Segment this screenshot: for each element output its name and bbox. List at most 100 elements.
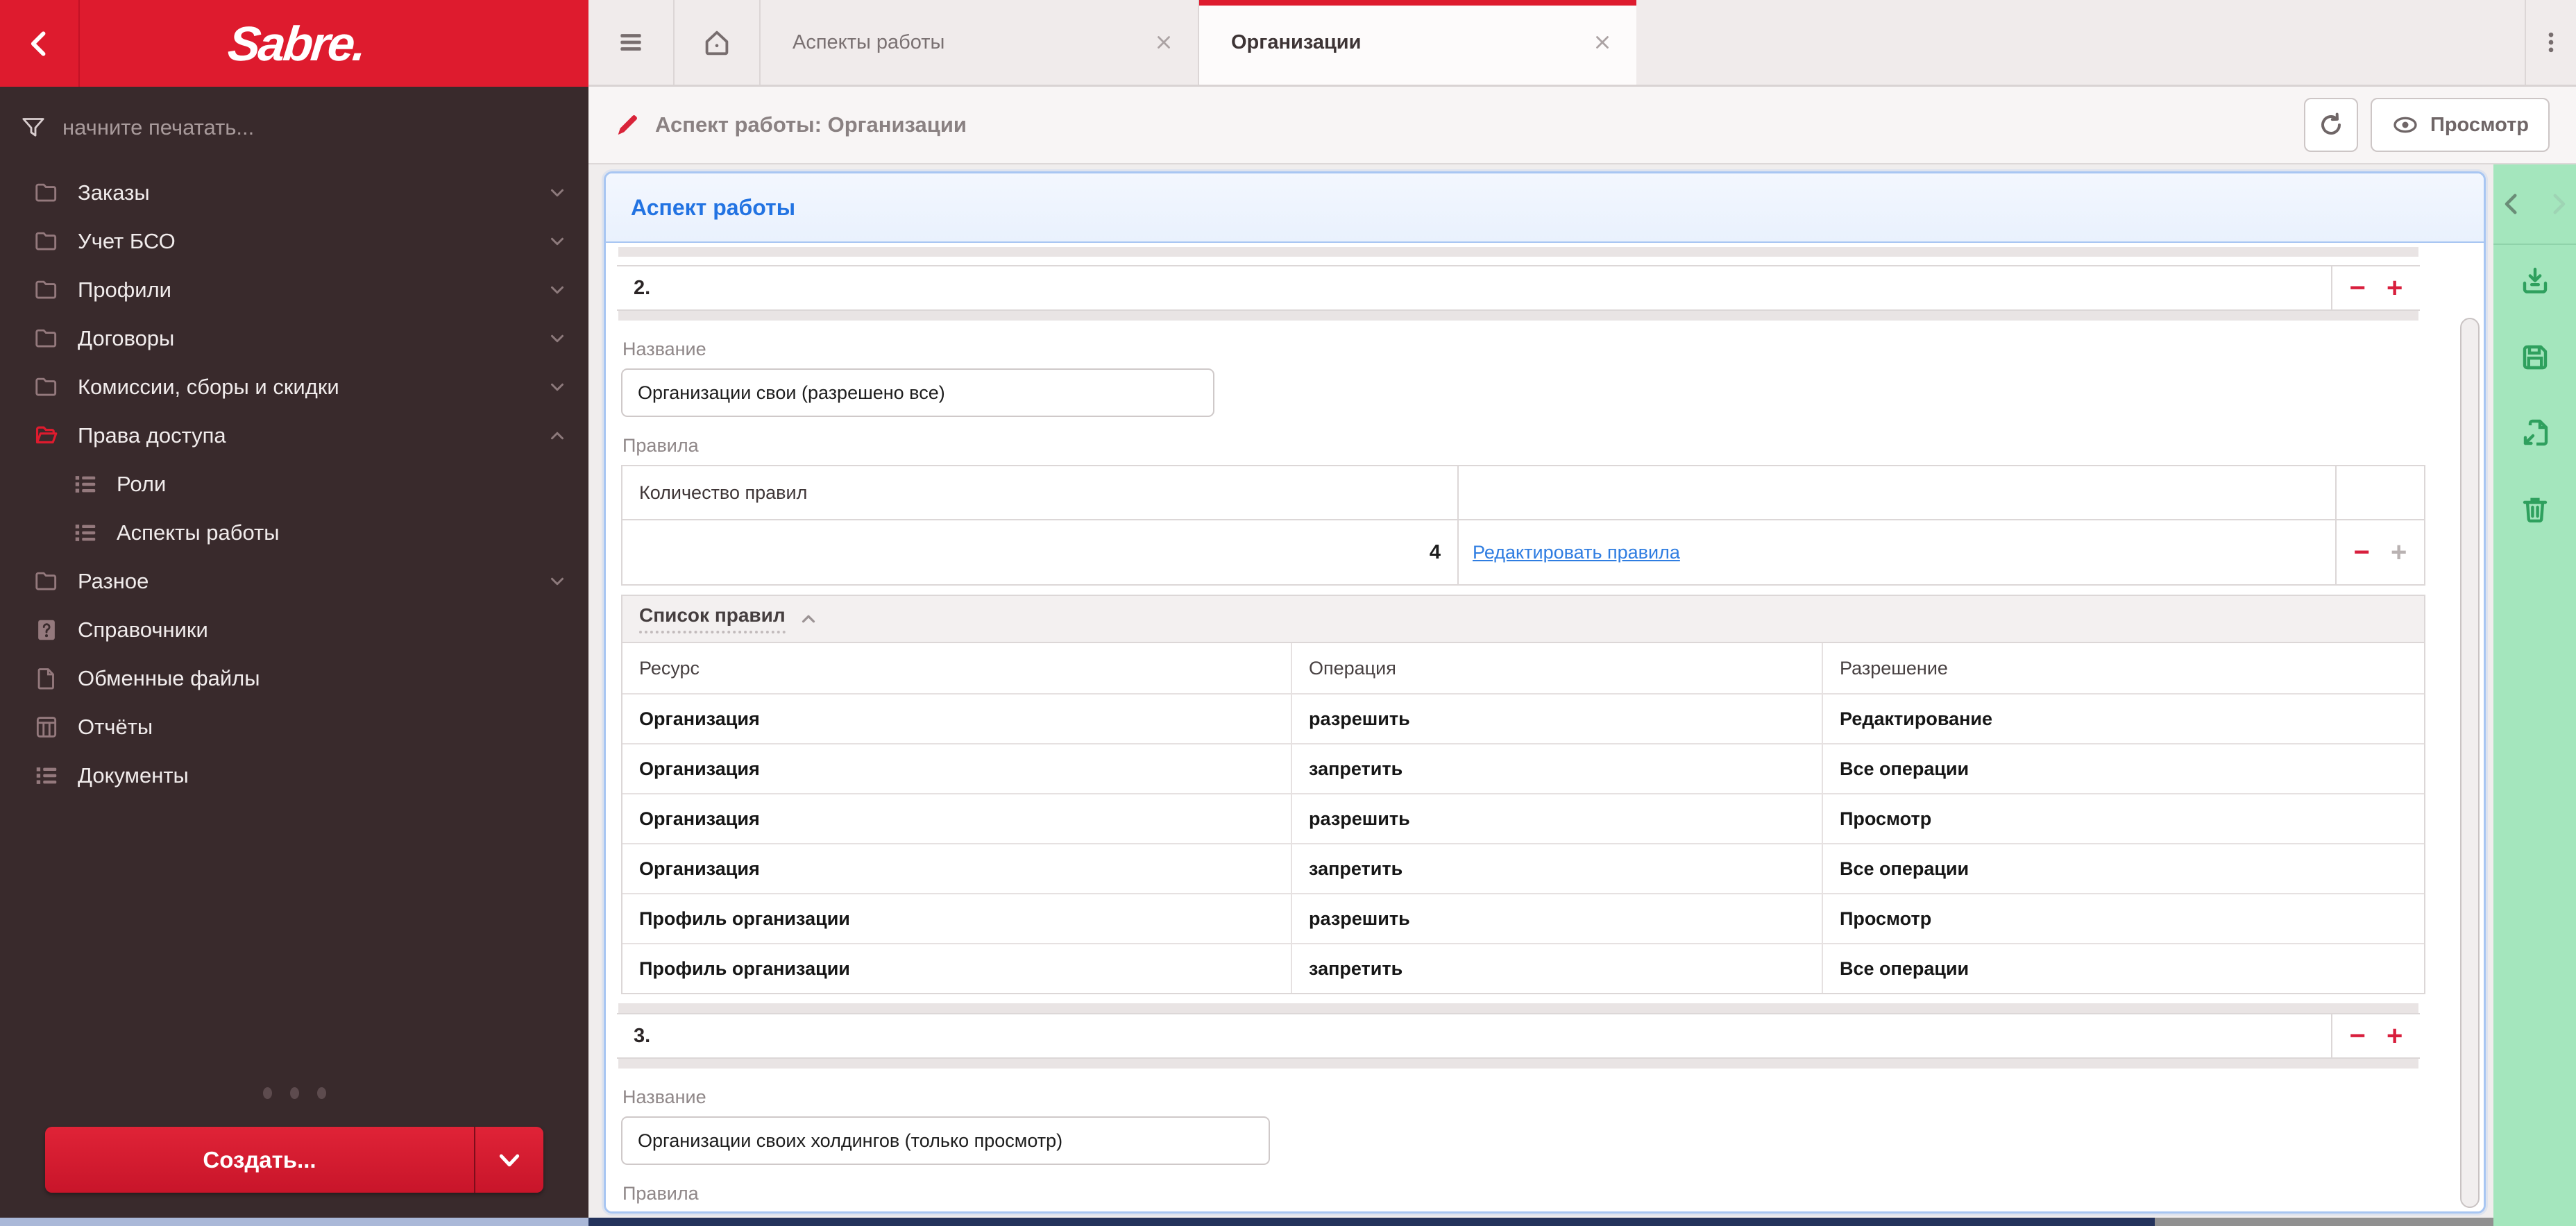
page-title: Аспект работы: Организации <box>655 112 967 137</box>
table-row: Организация разрешить Редактирование <box>622 693 2424 743</box>
home-button[interactable] <box>675 0 759 85</box>
sidebar-item-roles[interactable]: Роли <box>0 460 588 509</box>
hamburger-menu-button[interactable] <box>588 0 673 85</box>
sidebar-item-access-rights[interactable]: Права доступа <box>0 411 588 460</box>
tab-bar: Аспекты работы Организации <box>588 0 2576 87</box>
sidebar-item-contracts[interactable]: Договоры <box>0 314 588 363</box>
list-icon <box>72 520 99 546</box>
folder-icon <box>33 374 60 400</box>
decrement-rules-button[interactable]: − <box>2354 538 2370 566</box>
chevron-down-icon <box>547 182 568 203</box>
folder-icon <box>33 568 60 595</box>
tab-work-aspects[interactable]: Аспекты работы <box>761 0 1198 85</box>
action-rail <box>2493 164 2576 1226</box>
rules-list-toggle[interactable]: Список правил <box>639 604 786 633</box>
rules-count-controls: − + <box>2335 520 2424 584</box>
add-section-button[interactable]: + <box>2387 1022 2403 1050</box>
export-file-button[interactable] <box>2518 417 2552 450</box>
sidebar-item-bso[interactable]: Учет БСО <box>0 217 588 266</box>
content-area: Аспект работы 2. − + Название Организаци… <box>588 164 2576 1226</box>
rules-list-band: Список правил <box>621 595 2425 643</box>
rules-count-table: Количество правил 4 Редактировать правил… <box>621 465 2425 586</box>
sidebar-item-directories[interactable]: Справочники <box>0 606 588 654</box>
add-section-button[interactable]: + <box>2387 274 2403 302</box>
section-row-controls: − + <box>2331 266 2420 309</box>
folder-icon <box>33 228 60 255</box>
rules-label: Правила <box>622 1183 699 1204</box>
sidebar-bottom: Создать... <box>0 1087 588 1226</box>
chevron-down-icon <box>547 571 568 592</box>
tabbar-spacer <box>1636 0 2525 85</box>
increment-rules-button[interactable]: + <box>2391 538 2407 566</box>
close-icon[interactable] <box>1592 32 1613 53</box>
table-row: Профиль организации разрешить Просмотр <box>622 893 2424 943</box>
sidebar-item-exchange-files[interactable]: Обменные файлы <box>0 654 588 703</box>
sabre-logo: Sabre. <box>225 16 367 71</box>
title-actions: Просмотр <box>2304 98 2550 152</box>
rail-actions <box>2493 245 2576 527</box>
edit-rules-link[interactable]: Редактировать правила <box>1473 542 1680 563</box>
sidebar-menu: Заказы Учет БСО Профили Договоры Комисси <box>0 169 588 800</box>
chevron-down-icon <box>547 328 568 349</box>
rail-pager <box>2493 164 2576 245</box>
row-divider <box>618 247 2418 257</box>
rules-label: Правила <box>622 435 699 456</box>
rules-count-header: Количество правил <box>622 466 1459 519</box>
delete-trash-button[interactable] <box>2518 493 2552 527</box>
save-button[interactable] <box>2518 341 2552 374</box>
chevron-right-icon[interactable] <box>2544 189 2573 219</box>
edit-pencil-icon <box>613 111 641 139</box>
section-2-row: 2. − + <box>617 265 2420 311</box>
sidebar: Sabre. Заказы Учет БСО Профили <box>0 0 588 1226</box>
table-row: Организация запретить Все операции <box>622 743 2424 793</box>
folder-icon <box>33 325 60 352</box>
eye-icon <box>2391 111 2419 139</box>
download-button[interactable] <box>2518 264 2552 298</box>
sidebar-resize-handle[interactable] <box>262 1087 326 1099</box>
sidebar-filter-input[interactable] <box>62 115 479 140</box>
list-icon <box>33 763 60 789</box>
create-button[interactable]: Создать... <box>45 1127 543 1193</box>
remove-section-button[interactable]: − <box>2350 274 2366 302</box>
view-button[interactable]: Просмотр <box>2371 98 2550 152</box>
chevron-left-icon <box>24 28 55 59</box>
sidebar-item-profiles[interactable]: Профили <box>0 266 588 314</box>
row-divider <box>618 311 2418 321</box>
filter-icon <box>19 114 47 142</box>
panel-scrollbar[interactable] <box>2460 318 2480 1208</box>
main-area: Аспекты работы Организации Аспект работы… <box>588 0 2576 1226</box>
section-number: 2. <box>634 276 651 299</box>
section-row-controls: − + <box>2331 1014 2420 1057</box>
section-3-row: 3. − + <box>617 1013 2420 1059</box>
page-title-bar: Аспект работы: Организации Просмотр <box>588 87 2576 164</box>
sidebar-item-orders[interactable]: Заказы <box>0 169 588 217</box>
tab-overflow-menu-button[interactable] <box>2526 0 2576 85</box>
chevron-down-icon <box>547 280 568 300</box>
chevron-down-icon <box>547 231 568 252</box>
close-icon[interactable] <box>1153 32 1174 53</box>
sidebar-filter <box>0 87 588 169</box>
tab-organizations[interactable]: Организации <box>1199 0 1636 85</box>
collapse-sidebar-button[interactable] <box>0 0 80 87</box>
file-icon <box>33 665 60 692</box>
rules-list-table: Ресурс Операция Разрешение Организация р… <box>621 643 2425 994</box>
table-row: Организация запретить Все операции <box>622 843 2424 893</box>
section-2-name-input[interactable] <box>621 368 1214 417</box>
sidebar-item-work-aspects[interactable]: Аспекты работы <box>0 509 588 557</box>
section-3-name-input[interactable] <box>621 1116 1270 1165</box>
chevron-left-icon[interactable] <box>2497 189 2526 219</box>
home-icon <box>701 26 733 58</box>
sidebar-item-commissions[interactable]: Комиссии, сборы и скидки <box>0 363 588 411</box>
create-dropdown-button[interactable] <box>474 1127 543 1193</box>
panel-body: 2. − + Название Правила Коли <box>606 243 2484 1211</box>
chevron-up-icon[interactable] <box>798 608 819 629</box>
sidebar-item-documents[interactable]: Документы <box>0 751 588 800</box>
book-question-icon <box>33 617 60 643</box>
sidebar-item-misc[interactable]: Разное <box>0 557 588 606</box>
remove-section-button[interactable]: − <box>2350 1022 2366 1050</box>
row-divider <box>618 1003 2418 1013</box>
refresh-button[interactable] <box>2304 98 2358 152</box>
folder-open-icon <box>33 423 60 449</box>
sidebar-item-reports[interactable]: Отчёты <box>0 703 588 751</box>
work-aspect-panel: Аспект работы 2. − + Название Организаци… <box>604 171 2486 1214</box>
